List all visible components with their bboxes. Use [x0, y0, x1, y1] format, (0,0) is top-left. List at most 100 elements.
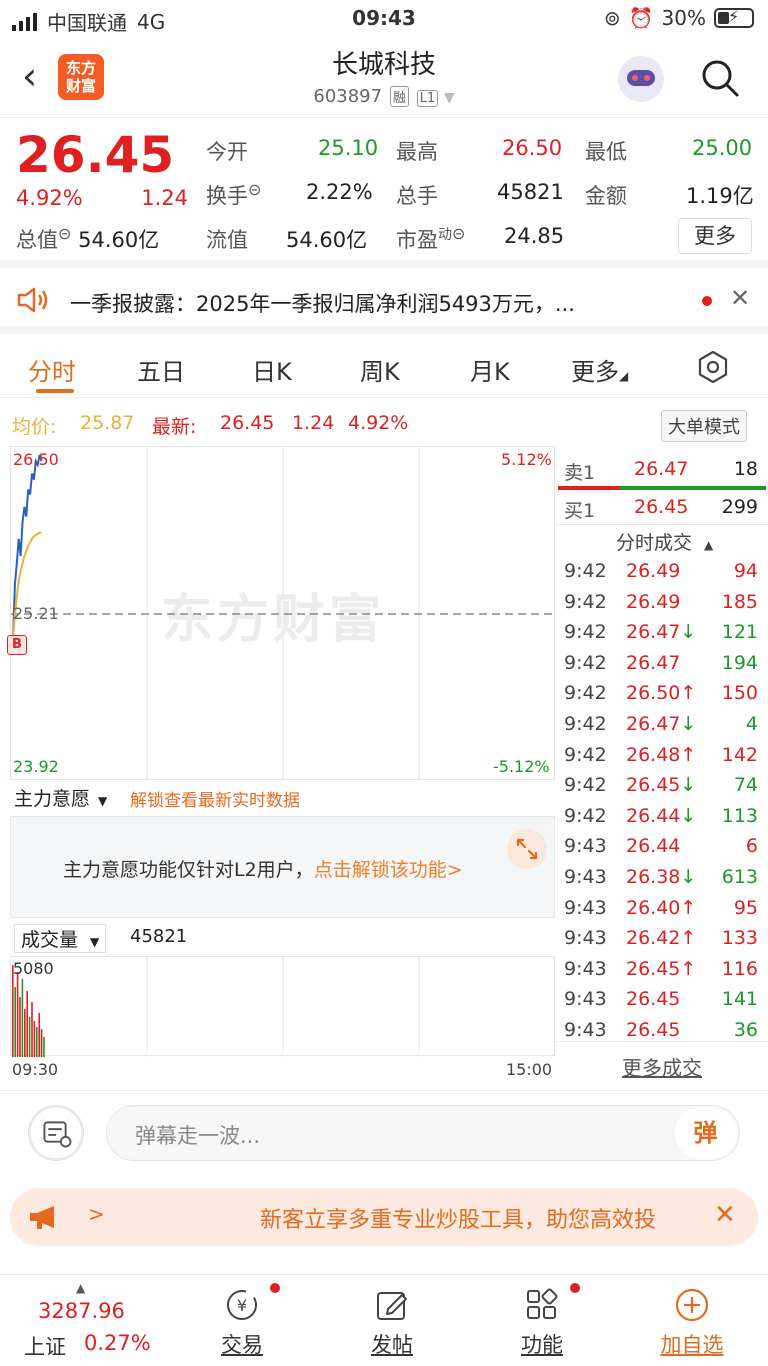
big-order-mode-button[interactable]: 大单模式 — [661, 410, 747, 442]
volume-label: 总手 — [396, 184, 438, 208]
nav-features[interactable]: 功能 — [482, 1275, 602, 1366]
active-tab-indicator — [36, 389, 74, 393]
trade-time: 9:42 — [564, 682, 607, 705]
last-change: 1.24 — [292, 412, 335, 434]
volume-chart[interactable]: 5080 — [10, 956, 555, 1057]
margin-tag: 融 — [389, 86, 409, 107]
search-icon[interactable] — [700, 58, 740, 98]
tab-more[interactable]: 更多◢ — [571, 352, 628, 387]
main-force-selector[interactable]: 主力意愿 ▼ — [14, 784, 107, 811]
quote-panel: 26.45 4.92% 1.24 总值⊝ 54.60亿 今开 25.10 最高 … — [0, 120, 768, 268]
trade-row: 9:42 26.44↓ 113 — [556, 803, 768, 833]
trade-row: 9:43 26.45↑ 116 — [556, 956, 768, 986]
trade-qty: 150 — [721, 682, 758, 705]
tab-monthly-k[interactable]: 月K — [470, 352, 510, 387]
up-arrow-icon: ↑ — [680, 743, 697, 766]
danmu-settings-icon[interactable] — [28, 1105, 84, 1161]
trade-qty: 133 — [721, 927, 758, 950]
trade-time: 9:42 — [564, 774, 607, 797]
trade-qty: 194 — [721, 651, 758, 674]
volume-bar — [33, 1021, 36, 1057]
nav-post-label: 发帖 — [371, 1333, 413, 1357]
trade-row: 9:43 26.45 141 — [556, 986, 768, 1016]
unlock-link[interactable]: 解锁查看最新实时数据 — [130, 786, 300, 811]
danmu-input[interactable]: 弹幕走一波... 弹 — [106, 1105, 740, 1161]
unread-dot — [702, 296, 712, 306]
intraday-chart[interactable]: 东方财富 26.50 25.21 23.92 5.12% -5.12% B — [7, 446, 556, 781]
close-icon[interactable]: ✕ — [730, 284, 750, 312]
expand-icon[interactable] — [507, 829, 547, 869]
trade-qty: 95 — [733, 896, 758, 919]
tab-intraday[interactable]: 分时 — [28, 352, 76, 387]
up-arrow-icon: ↑ — [680, 896, 697, 919]
danmu-send-button[interactable]: 弹 — [673, 1108, 737, 1158]
trade-price: 26.49 — [626, 560, 681, 582]
total-market-value[interactable]: 总值⊝ 54.60亿 — [16, 224, 159, 254]
trade-time: 9:42 — [564, 743, 607, 766]
trade-row: 9:42 26.48↑ 142 — [556, 742, 768, 772]
trade-icon: ¥ — [227, 1290, 257, 1320]
y-axis-bottom: 23.92 — [13, 757, 59, 776]
trade-price: 26.45↓ — [626, 774, 697, 797]
up-arrow-icon: ↑ — [680, 682, 697, 705]
trade-qty: 121 — [721, 621, 758, 644]
buy-marker[interactable]: B — [7, 635, 27, 655]
nav-trade[interactable]: ¥ 交易 — [182, 1275, 302, 1366]
promo-text: 新客立享多重专业炒股工具，助您高效投 — [260, 1208, 657, 1233]
trade-row: 9:43 26.38↓ 613 — [556, 864, 768, 894]
x-axis-end: 15:00 — [506, 1060, 553, 1079]
trades-title[interactable]: 分时成交 ▲ — [616, 528, 713, 555]
close-icon[interactable]: ✕ — [714, 1200, 736, 1230]
volume-bar — [31, 1002, 33, 1057]
trade-time: 9:43 — [564, 835, 607, 858]
nav-add-watchlist[interactable]: 加自选 — [632, 1275, 752, 1366]
volume-bar — [16, 972, 19, 1057]
last-price: 26.45 — [16, 126, 175, 184]
l2-lock-box[interactable]: 主力意愿功能仅针对L2用户，点击解锁该功能> — [10, 816, 555, 918]
trade-qty: 36 — [733, 1019, 758, 1041]
bid-label: 买1 — [564, 500, 596, 522]
change-amount: 1.24 — [141, 186, 188, 210]
down-arrow-icon: ↓ — [680, 621, 697, 644]
tab-weekly-k[interactable]: 周K — [360, 352, 400, 387]
ask-qty: 18 — [733, 458, 758, 480]
promo-arrow: > — [88, 1202, 105, 1226]
gear-icon[interactable] — [696, 350, 730, 384]
stock-header: ‹ 东方 财富 长城科技 603897 融 L1 ▼ — [0, 38, 768, 118]
volume-bar — [40, 1029, 43, 1057]
amount-value: 1.19亿 — [686, 184, 754, 208]
last-pct: 4.92% — [348, 412, 409, 434]
bid-row: 买1 26.45 299 — [556, 488, 768, 526]
promo-banner[interactable]: > 新客立享多重专业炒股工具，助您高效投 ✕ — [10, 1188, 758, 1246]
avg-value: 25.87 — [80, 412, 135, 434]
main-force-selector-text: 主力意愿 — [14, 788, 91, 810]
tab-five-day[interactable]: 五日 — [137, 352, 185, 387]
l2-unlock-link[interactable]: 点击解锁该功能> — [314, 859, 463, 881]
index-ticker[interactable]: ▲ 3287.96 上证 0.27% — [0, 1275, 166, 1366]
trade-time: 9:42 — [564, 560, 607, 582]
trade-qty: 613 — [721, 866, 758, 888]
trade-qty: 113 — [721, 804, 758, 827]
nav-post[interactable]: 发帖 — [332, 1275, 452, 1366]
assistant-robot-icon[interactable] — [618, 56, 664, 102]
pe-label[interactable]: 市盈动⊝ — [396, 224, 465, 254]
volume-bar — [36, 1027, 38, 1057]
notice-bar[interactable]: 一季报披露：2025年一季报归属净利润5493万元，... ✕ — [0, 268, 768, 334]
main-force-panel: 主力意愿 ▼ 解锁查看最新实时数据 主力意愿功能仅针对L2用户，点击解锁该功能> — [10, 782, 555, 918]
nav-add-watchlist-label: 加自选 — [660, 1333, 724, 1357]
trade-row: 9:43 26.40↑ 95 — [556, 895, 768, 925]
volume-bar — [43, 1037, 45, 1057]
last-value: 26.45 — [220, 412, 275, 434]
volume-selector[interactable]: 成交量 ▼ — [14, 924, 107, 953]
total-mv-value: 54.60亿 — [78, 228, 160, 252]
trade-qty: 142 — [721, 743, 758, 766]
trade-row: 9:43 26.44 6 — [556, 833, 768, 863]
turnover-label[interactable]: 换手⊝ — [206, 180, 261, 210]
down-arrow-icon: ↓ — [680, 713, 697, 735]
bottom-nav: ▲ 3287.96 上证 0.27% ¥ 交易 发帖 功能 加自选 — [0, 1274, 768, 1366]
more-trades-link[interactable]: 更多成交 — [556, 1052, 768, 1081]
more-button[interactable]: 更多 — [678, 218, 752, 254]
total-mv-label: 总值 — [16, 228, 58, 252]
tab-daily-k[interactable]: 日K — [252, 352, 292, 387]
trade-row: 9:42 26.49 94 — [556, 558, 768, 588]
